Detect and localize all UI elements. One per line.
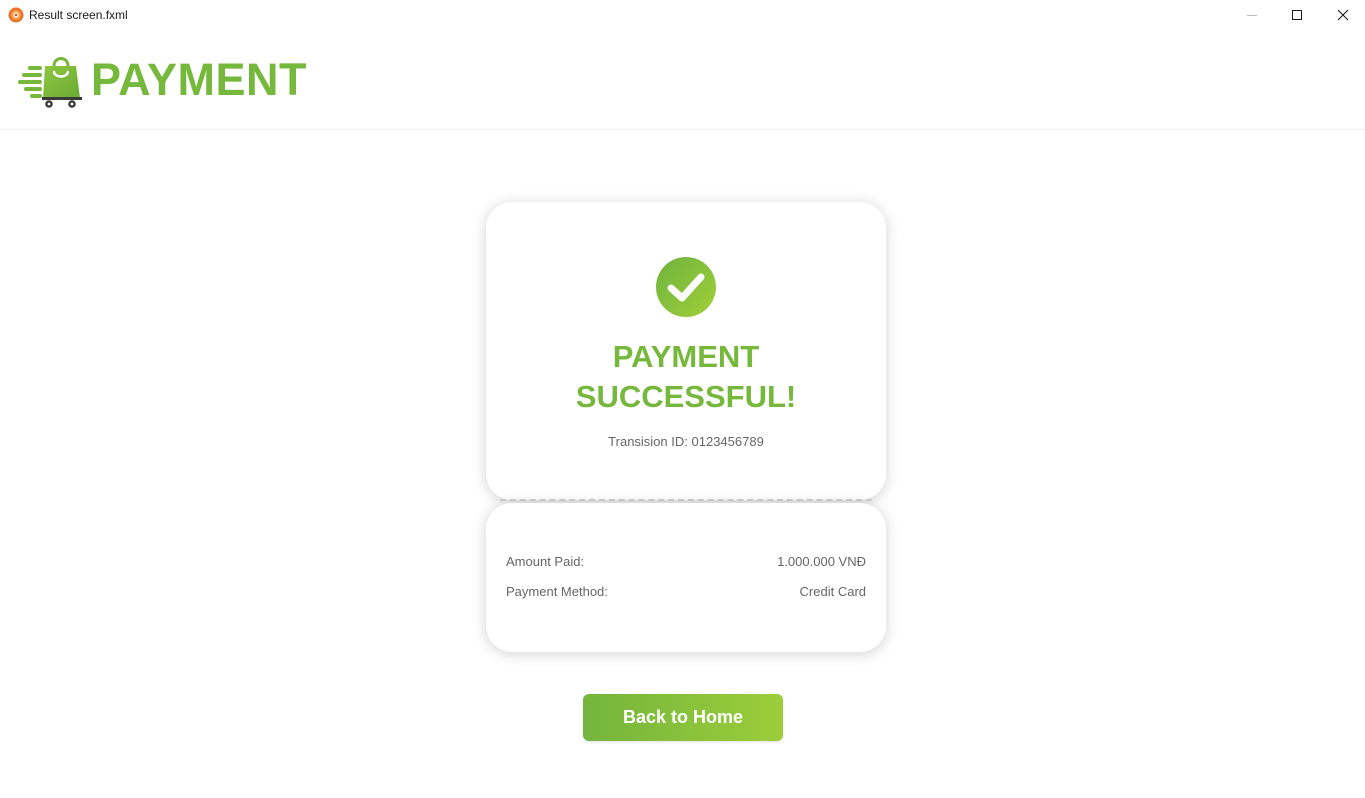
transaction-id-label: Transision ID:	[608, 434, 688, 449]
payment-method-label: Payment Method:	[506, 584, 608, 599]
maximize-icon	[1292, 10, 1302, 20]
close-button[interactable]	[1320, 0, 1365, 30]
success-title-line2: SUCCESSFUL!	[575, 379, 797, 414]
check-circle-icon	[656, 257, 716, 317]
amount-paid-label: Amount Paid:	[506, 554, 585, 569]
delivery-cart-bag-icon	[18, 57, 82, 108]
payment-method-row: Payment Method: Credit Card	[506, 584, 866, 602]
transaction-id-text: Transision ID: 0123456789	[486, 434, 886, 449]
transaction-id-value: 0123456789	[691, 434, 764, 449]
payment-method-value: Credit Card	[799, 584, 866, 599]
maximize-button[interactable]	[1274, 0, 1320, 30]
close-icon	[1337, 9, 1349, 21]
success-title-line1: PAYMENT	[612, 339, 760, 374]
app-header: PAYMENT	[0, 30, 1365, 130]
amount-paid-value: 1.000.000 VNĐ	[777, 554, 866, 569]
success-title: PAYMENT SUCCESSFUL!	[486, 337, 886, 417]
minimize-button[interactable]	[1229, 0, 1275, 30]
brand-logo-text: PAYMENT	[91, 54, 308, 105]
window-title: Result screen.fxml	[29, 8, 128, 22]
app-window: Result screen.fxml PAYMENT PAYMENT SUCCE…	[0, 0, 1365, 798]
payment-details-card: Amount Paid: 1.000.000 VNĐ Payment Metho…	[486, 503, 886, 652]
result-card: PAYMENT SUCCESSFUL! Transision ID: 01234…	[486, 202, 886, 500]
amount-paid-row: Amount Paid: 1.000.000 VNĐ	[506, 554, 866, 572]
app-icon	[8, 7, 24, 23]
dashed-divider	[500, 499, 872, 501]
back-to-home-button[interactable]: Back to Home	[583, 694, 783, 741]
minimize-icon	[1247, 15, 1257, 16]
title-bar[interactable]: Result screen.fxml	[0, 0, 1365, 30]
